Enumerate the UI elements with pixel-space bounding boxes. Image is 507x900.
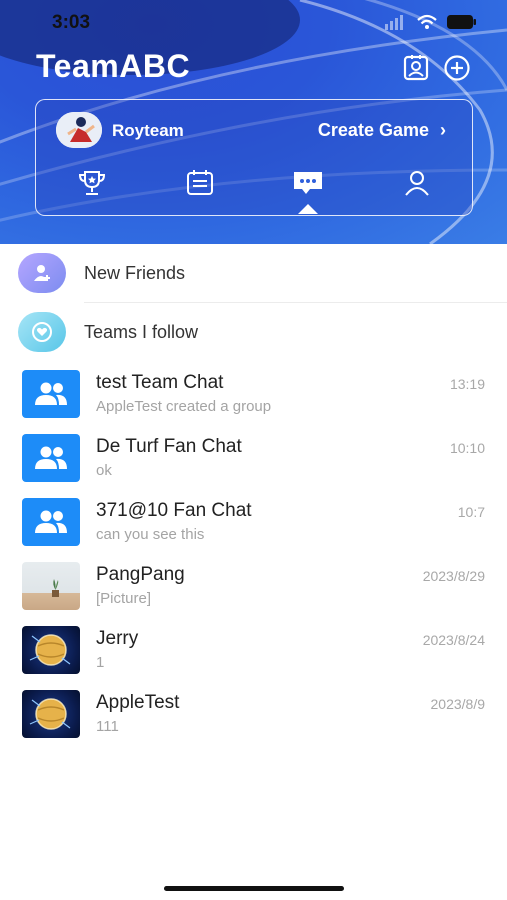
add-person-icon: [18, 253, 66, 293]
team-card: Royteam Create Game ›: [35, 99, 473, 216]
chat-last-message: AppleTest created a group: [96, 398, 272, 415]
home-indicator[interactable]: [164, 886, 344, 891]
signal-icon: [385, 15, 403, 30]
contact-card-icon[interactable]: [402, 54, 430, 82]
chat-name: De Turf Fan Chat: [96, 436, 242, 457]
chat-time: 13:19: [449, 376, 485, 392]
tab-chat[interactable]: [290, 168, 326, 198]
chat-time: 10:7: [457, 504, 485, 520]
chat-row[interactable]: test Team Chat AppleTest created a group…: [0, 370, 507, 434]
plant-photo: [22, 562, 80, 610]
teams-i-follow-row[interactable]: Teams I follow: [0, 303, 507, 361]
chat-name: PangPang: [96, 564, 185, 585]
team-avatar[interactable]: [56, 112, 102, 148]
app-title: TeamABC: [36, 48, 191, 84]
trophy-icon: [78, 171, 106, 195]
chat-name: 371@10 Fan Chat: [96, 500, 252, 521]
chat-time: 2023/8/24: [422, 632, 485, 648]
chat-name: AppleTest: [96, 692, 180, 713]
group-icon: [22, 434, 80, 482]
teams-follow-label: Teams I follow: [84, 322, 199, 342]
status-time: 3:03: [52, 12, 91, 33]
chat-row[interactable]: Jerry 1 2023/8/24: [0, 626, 507, 690]
chat-time: 2023/8/29: [422, 568, 485, 584]
globe-photo: [22, 690, 80, 738]
group-icon: [22, 370, 80, 418]
heart-icon: [18, 312, 66, 352]
chat-row[interactable]: PangPang [Picture] 2023/8/29: [0, 562, 507, 626]
calendar-list-icon: [187, 170, 213, 195]
header-banner: 3:03 TeamABC Royteam Create Game ›: [0, 0, 507, 244]
tab-indicator: [298, 204, 318, 214]
chat-row[interactable]: De Turf Fan Chat ok 10:10: [0, 434, 507, 498]
person-icon: [405, 171, 429, 196]
battery-icon: [447, 15, 476, 29]
chat-name: test Team Chat: [96, 372, 224, 393]
tab-schedule[interactable]: [182, 168, 218, 198]
chat-time: 10:10: [449, 440, 485, 456]
team-name[interactable]: Royteam: [112, 121, 184, 141]
wifi-icon: [417, 14, 437, 29]
team-tabbar: [36, 168, 472, 204]
chat-bubble-icon: [294, 172, 322, 194]
create-game-label: Create Game: [317, 120, 429, 140]
group-icon: [22, 498, 80, 546]
status-bar: 3:03: [0, 10, 507, 38]
chat-last-message: ok: [96, 462, 112, 479]
globe-photo: [22, 626, 80, 674]
chat-last-message: 1: [96, 654, 105, 671]
chat-time: 2023/8/9: [430, 696, 486, 712]
new-friends-label: New Friends: [84, 263, 186, 283]
chat-last-message: 111: [96, 718, 119, 735]
create-game-button[interactable]: Create Game ›: [318, 120, 446, 141]
chat-row[interactable]: AppleTest 111 2023/8/9: [0, 690, 507, 754]
tab-trophy[interactable]: [74, 168, 110, 198]
chat-name: Jerry: [96, 628, 139, 649]
chat-last-message: can you see this: [96, 526, 205, 543]
tab-profile[interactable]: [399, 168, 435, 198]
chat-last-message: [Picture]: [96, 590, 152, 607]
new-friends-row[interactable]: New Friends: [0, 244, 507, 302]
add-circle-icon[interactable]: [443, 54, 471, 82]
chevron-right-icon: ›: [440, 120, 446, 140]
chat-row[interactable]: 371@10 Fan Chat can you see this 10:7: [0, 498, 507, 562]
